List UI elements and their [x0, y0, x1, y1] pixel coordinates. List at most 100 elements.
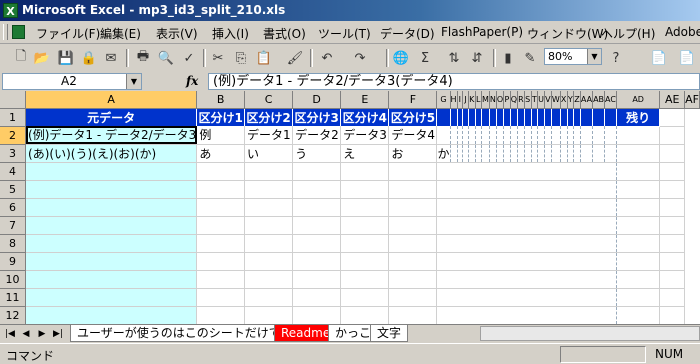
column-header[interactable]: M	[481, 91, 490, 109]
column-header[interactable]: U	[537, 91, 546, 109]
cell-e1[interactable]: 区分け4	[340, 108, 390, 126]
row-header[interactable]: 2	[0, 126, 27, 145]
cell[interactable]	[524, 108, 532, 126]
cell[interactable]	[436, 270, 617, 289]
cell[interactable]	[604, 126, 617, 145]
cell-c1[interactable]: 区分け2	[244, 108, 294, 126]
cell[interactable]	[659, 180, 686, 199]
cell[interactable]	[659, 234, 686, 253]
cell[interactable]	[340, 288, 390, 307]
column-header[interactable]: V	[544, 91, 552, 109]
sheet-tab-main[interactable]: ユーザーが使うのはこのシートだけです	[70, 325, 300, 342]
cell[interactable]	[510, 144, 519, 163]
cell[interactable]	[436, 234, 617, 253]
column-header[interactable]: G	[436, 91, 451, 109]
cell[interactable]	[292, 252, 342, 271]
menu-edit[interactable]: 編集(E)	[100, 25, 141, 42]
cell[interactable]	[468, 108, 476, 126]
cell[interactable]	[196, 252, 245, 271]
cell[interactable]	[25, 234, 198, 253]
cell[interactable]	[340, 198, 390, 217]
cell[interactable]	[544, 108, 552, 126]
cell[interactable]	[573, 108, 581, 126]
help-icon[interactable]: ?	[607, 49, 625, 67]
cell[interactable]	[25, 198, 198, 217]
cell[interactable]	[489, 144, 497, 163]
cell[interactable]	[388, 234, 438, 253]
cell[interactable]	[551, 108, 561, 126]
cell[interactable]	[436, 126, 451, 145]
cell[interactable]	[196, 180, 245, 199]
cell[interactable]	[244, 252, 294, 271]
cell-c3[interactable]: い	[244, 144, 294, 163]
cell[interactable]	[340, 234, 390, 253]
cell[interactable]	[244, 180, 294, 199]
sheet-tab-moji[interactable]: 文字	[370, 325, 409, 342]
row-header[interactable]: 3	[0, 144, 27, 163]
cell[interactable]	[659, 108, 686, 127]
cell[interactable]	[244, 162, 294, 181]
cell[interactable]	[436, 216, 617, 235]
cell-b3[interactable]: あ	[196, 144, 245, 163]
chevron-down-icon[interactable]: ▼	[126, 74, 141, 89]
cell[interactable]	[560, 108, 568, 126]
cell[interactable]	[489, 108, 497, 126]
cell[interactable]	[388, 270, 438, 289]
column-header[interactable]: AA	[580, 91, 594, 109]
cell[interactable]	[659, 270, 686, 289]
cell-b1[interactable]: 区分け1	[196, 108, 245, 126]
cell[interactable]	[25, 306, 198, 324]
column-header[interactable]: Y	[567, 91, 575, 109]
cell[interactable]	[292, 162, 342, 181]
column-header[interactable]: A	[25, 91, 198, 109]
cell-a2-selected[interactable]: (例)データ1 - データ2/データ3	[25, 126, 198, 145]
cell[interactable]	[659, 144, 686, 163]
cell[interactable]	[567, 126, 575, 145]
column-header[interactable]: AF	[684, 91, 700, 109]
cell[interactable]	[468, 126, 476, 145]
cell-d1[interactable]: 区分け3	[292, 108, 342, 126]
spelling-icon[interactable]: ✓	[180, 49, 198, 67]
cell[interactable]	[659, 162, 686, 181]
cell[interactable]	[25, 162, 198, 181]
cell[interactable]	[244, 288, 294, 307]
column-header[interactable]: AB	[592, 91, 606, 109]
cell[interactable]	[616, 306, 661, 324]
cell[interactable]	[292, 270, 342, 289]
next-sheet-icon[interactable]: ▶	[36, 327, 48, 341]
cell[interactable]	[450, 144, 458, 163]
cell[interactable]	[573, 126, 581, 145]
cell[interactable]	[551, 126, 561, 145]
cell[interactable]	[517, 144, 525, 163]
row-header[interactable]: 5	[0, 180, 27, 199]
cell[interactable]	[524, 144, 532, 163]
cell[interactable]	[481, 126, 490, 145]
cell[interactable]	[388, 180, 438, 199]
cell[interactable]	[388, 162, 438, 181]
paste-icon[interactable]: 📋	[255, 49, 273, 67]
cell-f2[interactable]: データ4	[388, 126, 438, 145]
chevron-down-icon[interactable]: ▼	[587, 49, 601, 64]
row-header[interactable]: 11	[0, 288, 27, 307]
cell[interactable]	[496, 108, 505, 126]
cell[interactable]	[659, 126, 686, 145]
cell[interactable]	[196, 234, 245, 253]
cell[interactable]	[292, 234, 342, 253]
menu-adobe[interactable]: Adobe	[665, 25, 700, 39]
row-header[interactable]: 9	[0, 252, 27, 271]
cell[interactable]	[481, 144, 490, 163]
column-header[interactable]: E	[340, 91, 390, 109]
column-header[interactable]: B	[196, 91, 245, 109]
cell-a3[interactable]: (あ)(い)(う)(え)(お)(か)	[25, 144, 198, 163]
cell[interactable]	[436, 180, 617, 199]
cell[interactable]	[388, 198, 438, 217]
row-header[interactable]: 6	[0, 198, 27, 217]
cell[interactable]	[244, 216, 294, 235]
menu-file[interactable]: ファイル(F)	[36, 25, 100, 42]
cell[interactable]	[25, 180, 198, 199]
cell[interactable]	[580, 126, 594, 145]
menu-tools[interactable]: ツール(T)	[318, 25, 371, 42]
cell[interactable]	[560, 126, 568, 145]
cell-d2[interactable]: データ2	[292, 126, 342, 145]
column-header[interactable]: O	[496, 91, 505, 109]
